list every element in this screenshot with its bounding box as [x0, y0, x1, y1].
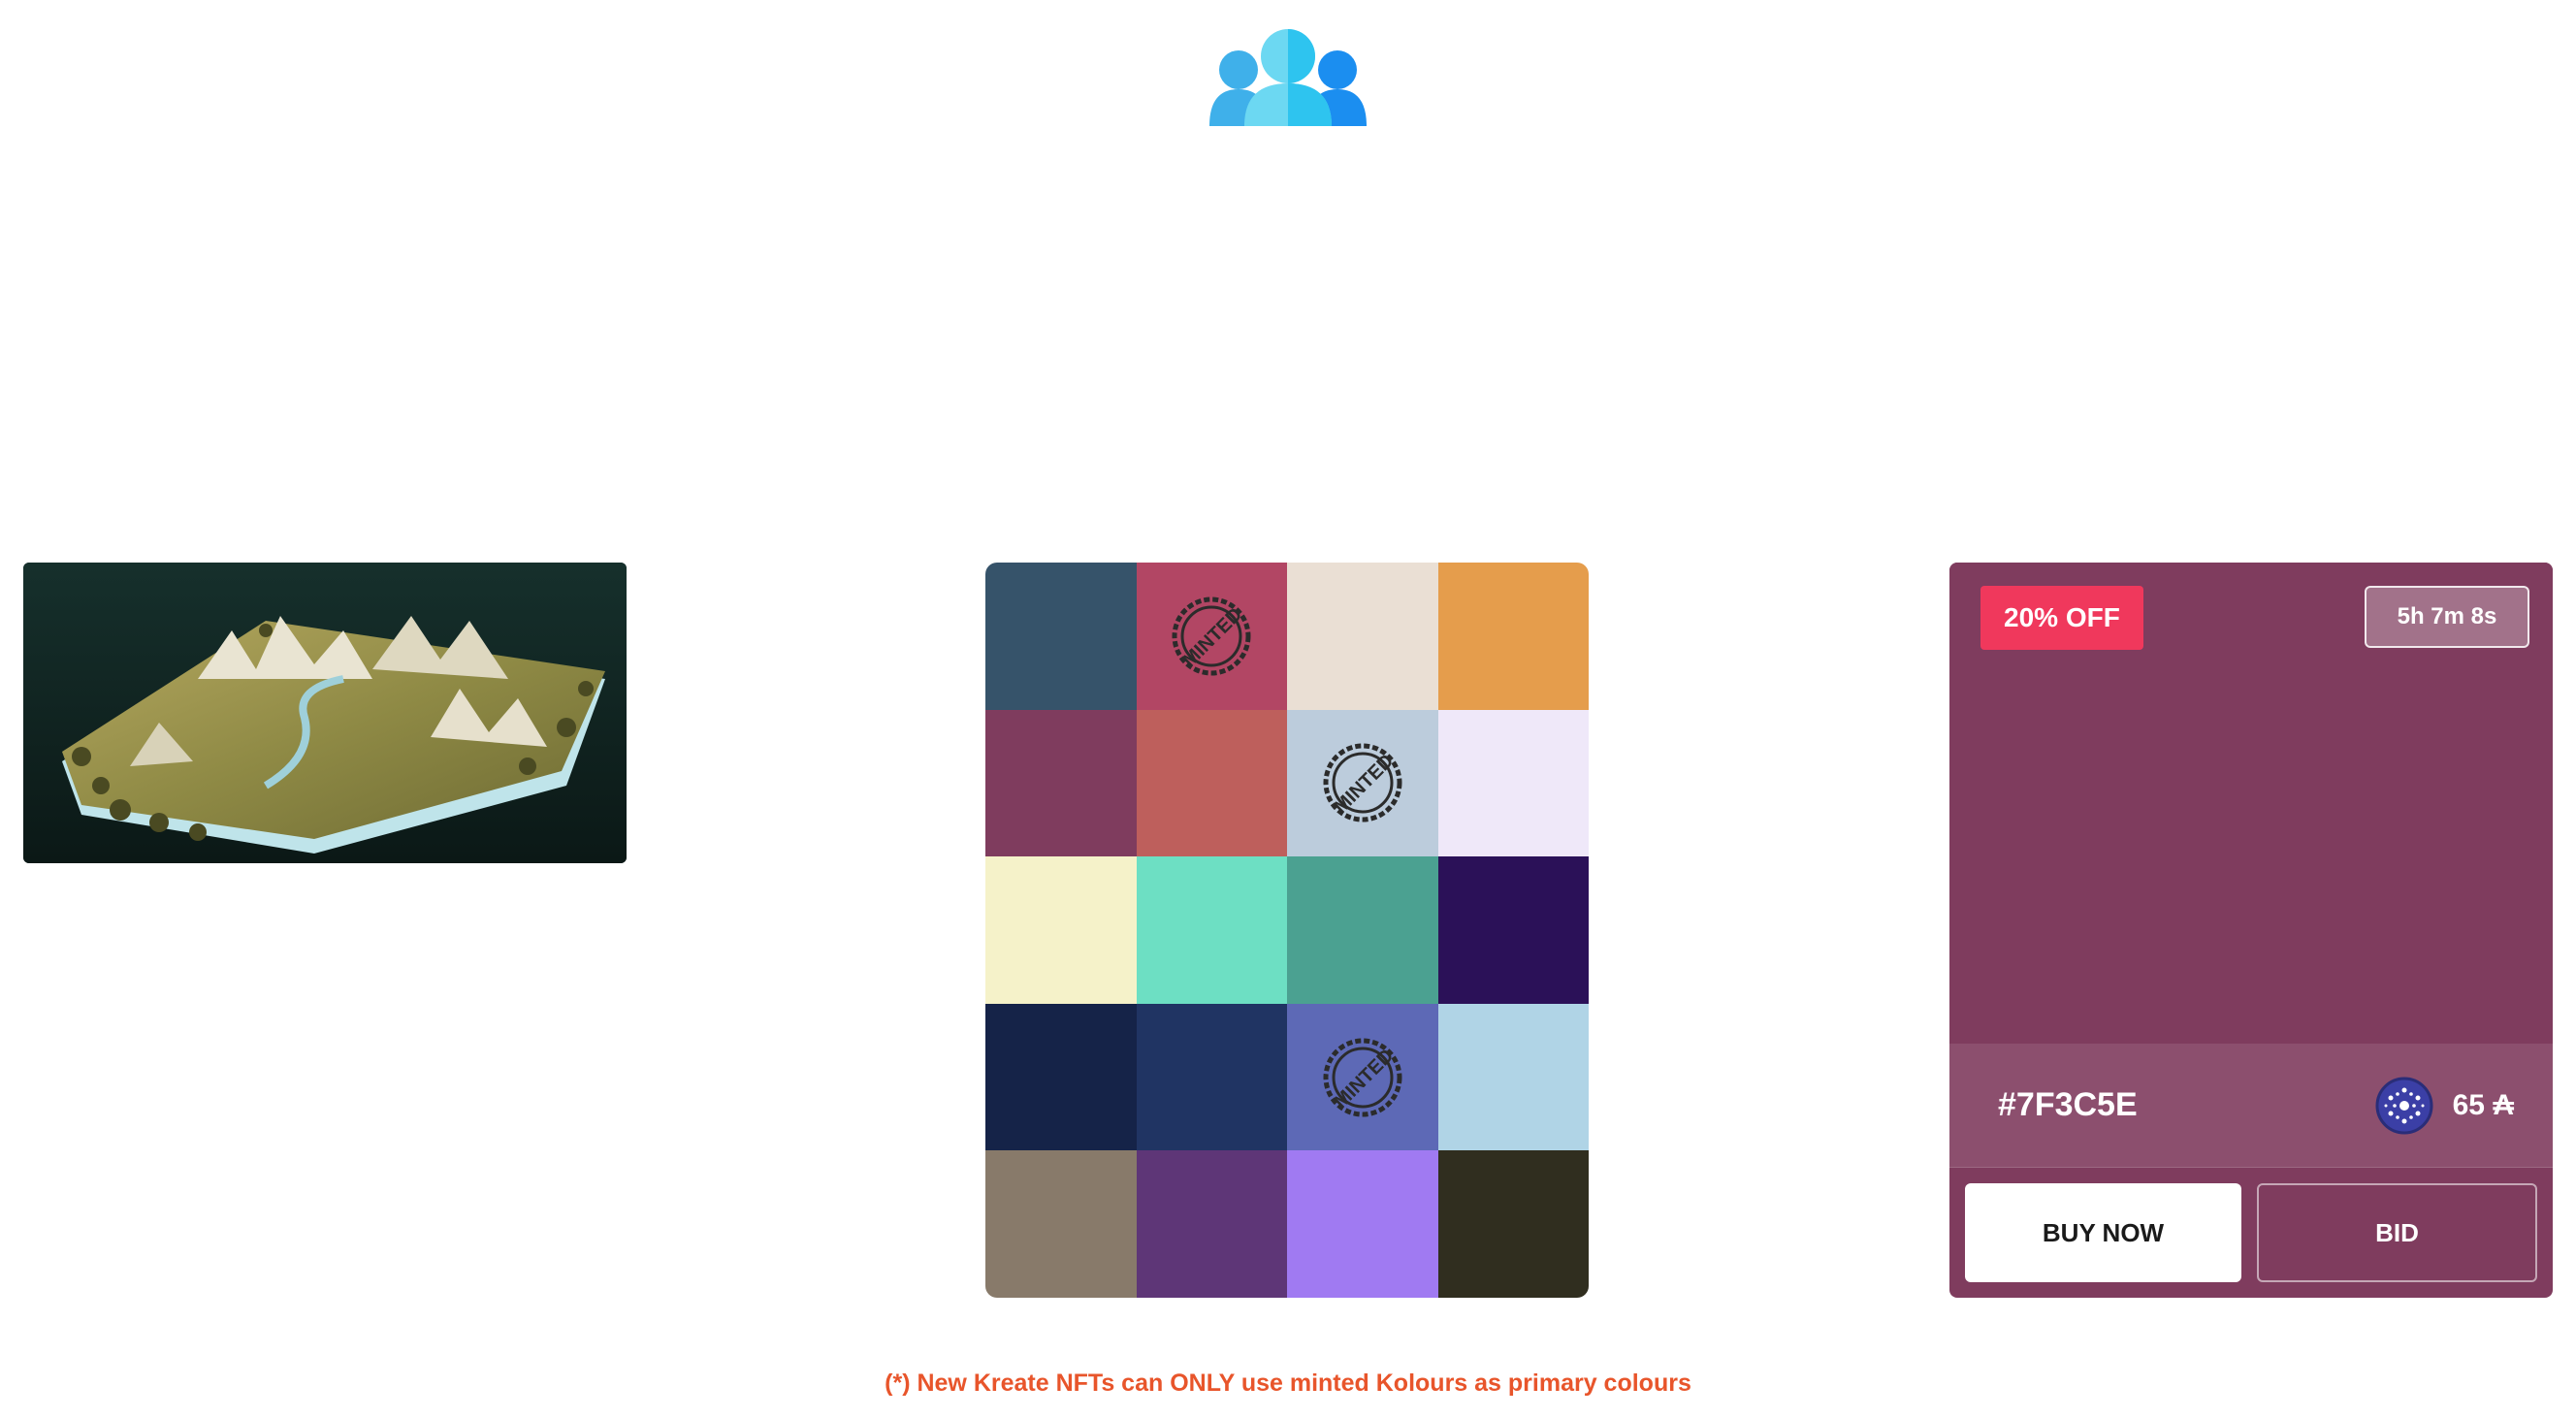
- color-swatch[interactable]: [1287, 856, 1438, 1004]
- color-swatch[interactable]: [985, 1003, 1137, 1151]
- minted-kolours-note: (*) New Kreate NFTs can ONLY use minted …: [885, 1370, 1691, 1397]
- color-swatch[interactable]: MINTED: [1136, 563, 1287, 710]
- card-actions: BUY NOW BID: [1965, 1183, 2537, 1282]
- landscape-artwork-image: [23, 563, 627, 863]
- bid-button[interactable]: BID: [2257, 1183, 2537, 1282]
- hex-code-label: #7F3C5E: [1998, 1086, 2138, 1123]
- color-swatch[interactable]: [1287, 563, 1438, 710]
- color-swatch[interactable]: [1136, 709, 1287, 857]
- color-swatch[interactable]: MINTED: [1287, 1003, 1438, 1151]
- minted-stamp-icon: MINTED: [1321, 741, 1404, 824]
- users-group-icon: [1209, 29, 1367, 126]
- color-swatch[interactable]: [1437, 1003, 1589, 1151]
- color-swatch[interactable]: [1287, 1150, 1438, 1298]
- price-label: 65 ₳: [2452, 1088, 2514, 1121]
- color-swatch[interactable]: [1437, 563, 1589, 710]
- color-swatch[interactable]: [1437, 1150, 1589, 1298]
- color-swatch[interactable]: [985, 856, 1137, 1004]
- buy-now-button[interactable]: BUY NOW: [1965, 1183, 2241, 1282]
- color-swatch[interactable]: [1136, 1003, 1287, 1151]
- card-info-row: #7F3C5E 65 ₳: [1949, 1044, 2553, 1168]
- discount-badge: 20% OFF: [1980, 586, 2143, 650]
- color-swatch[interactable]: [985, 563, 1137, 710]
- price-group: 65 ₳: [2375, 1077, 2514, 1135]
- color-swatch[interactable]: [1136, 856, 1287, 1004]
- color-swatch[interactable]: [985, 709, 1137, 857]
- color-swatch[interactable]: [1437, 709, 1589, 857]
- color-swatch[interactable]: [985, 1150, 1137, 1298]
- cardano-ada-icon: [2375, 1077, 2433, 1135]
- color-swatch[interactable]: [1437, 856, 1589, 1004]
- color-swatch[interactable]: MINTED: [1287, 709, 1438, 857]
- minted-stamp-icon: MINTED: [1321, 1036, 1404, 1119]
- color-swatch[interactable]: [1136, 1150, 1287, 1298]
- kolour-palette-grid: MINTED MINTED MINTED: [985, 563, 1589, 1298]
- minted-stamp-icon: MINTED: [1170, 595, 1253, 678]
- countdown-timer: 5h 7m 8s: [2365, 586, 2529, 648]
- kolour-listing-card: 20% OFF 5h 7m 8s #7F3C5E 65 ₳ BUY NOW BI…: [1949, 563, 2553, 1298]
